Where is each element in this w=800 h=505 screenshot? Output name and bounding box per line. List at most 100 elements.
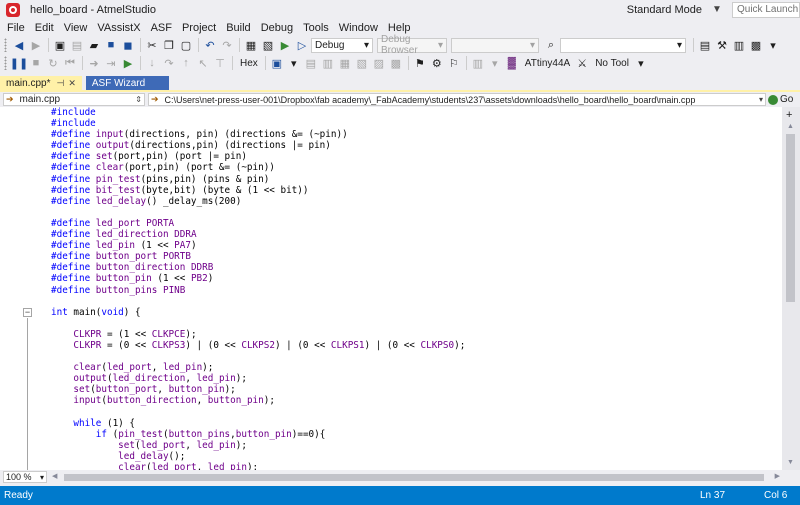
code-line[interactable]: set(button_port, button_pin); (51, 384, 465, 395)
code-content[interactable]: #include #include #define input(directions… (51, 107, 465, 470)
code-line[interactable]: #define led_direction DDRA (51, 229, 465, 240)
paste-icon[interactable]: ▢ (178, 37, 194, 53)
quick-launch-input[interactable]: Quick Launch (C (732, 1, 800, 18)
properties-icon[interactable]: ▥ (731, 37, 747, 53)
copy-icon[interactable]: ❐ (161, 37, 177, 53)
horizontal-scrollbar[interactable]: ◀ ▶ (52, 472, 780, 482)
step-into-icon[interactable]: ↓ (144, 55, 160, 71)
code-line[interactable]: int main(void) { (51, 307, 465, 318)
pin-icon[interactable]: ⊣ (56, 78, 64, 89)
program-device-icon[interactable]: ⚑ (412, 55, 428, 71)
code-line[interactable]: #define led_delay() _delay_ms(200) (51, 196, 465, 207)
code-line[interactable]: #define button_port PORTB (51, 251, 465, 262)
scroll-right-icon[interactable]: ▶ (775, 472, 780, 480)
path-selector[interactable]: ➔ C:\Users\net-press-user-001\Dropbox\fa… (148, 93, 766, 106)
disassembly-icon[interactable]: ▧ (354, 55, 370, 71)
code-line[interactable]: CLKPR = (1 << CLKPCE); (51, 329, 465, 340)
run-to-cursor-icon[interactable]: ⇥ (103, 55, 119, 71)
toolbar-grip[interactable] (4, 56, 7, 70)
menu-project[interactable]: Project (177, 22, 221, 34)
more-icon[interactable]: ▾ (765, 37, 781, 53)
io-view-icon[interactable]: ▩ (388, 55, 404, 71)
scroll-thumb[interactable] (786, 134, 795, 302)
add-item-icon[interactable]: ▤ (69, 37, 85, 53)
code-editor[interactable]: − #include #include #define input(directio… (0, 107, 782, 470)
menu-help[interactable]: Help (383, 22, 416, 34)
back-icon[interactable]: ◀ (11, 37, 27, 53)
code-line[interactable] (51, 207, 465, 218)
scroll-up-icon[interactable]: ▲ (787, 123, 794, 130)
menu-edit[interactable]: Edit (30, 22, 59, 34)
code-line[interactable] (51, 296, 465, 307)
tool-icon[interactable]: ⚔ (574, 55, 590, 71)
step-out-icon[interactable]: ↑ (178, 55, 194, 71)
chip-icon[interactable]: ▓ (504, 55, 520, 71)
code-line[interactable]: input(button_direction, button_pin); (51, 395, 465, 406)
code-line[interactable] (51, 407, 465, 418)
menu-debug[interactable]: Debug (256, 22, 298, 34)
show-next-statement-icon[interactable]: ➜ (86, 55, 102, 71)
menu-file[interactable]: File (2, 22, 30, 34)
cursor-icon[interactable]: ↖ (195, 55, 211, 71)
tool-selector[interactable]: No Tool (595, 58, 629, 69)
code-line[interactable]: #define input(directions, pin) (directio… (51, 129, 465, 140)
registers-icon[interactable]: ▥ (320, 55, 336, 71)
breakpoint-icon[interactable]: ⊤ (212, 55, 228, 71)
forward-icon[interactable]: ▶ (28, 37, 44, 53)
code-line[interactable]: #include (51, 118, 465, 129)
code-line[interactable]: #define output(directions,pin) (directio… (51, 140, 465, 151)
code-line[interactable]: #define set(port,pin) (port |= pin) (51, 151, 465, 162)
code-line[interactable]: clear(led_port, led_pin); (51, 362, 465, 373)
save-all-icon[interactable]: ◼ (120, 37, 136, 53)
continue-icon[interactable]: ▶ (120, 55, 136, 71)
chevron-down-icon[interactable]: ▾ (286, 55, 302, 71)
split-editor-icon[interactable]: + (786, 109, 792, 121)
solution-explorer-icon[interactable]: ▤ (697, 37, 713, 53)
cut-icon[interactable]: ✂ (144, 37, 160, 53)
device-selector[interactable]: ATtiny44A (525, 58, 570, 69)
menu-view[interactable]: View (59, 22, 93, 34)
pause-icon[interactable]: ❚❚ (10, 55, 28, 71)
filter-icon[interactable]: ▼ (712, 4, 722, 15)
code-line[interactable]: while (1) { (51, 418, 465, 429)
menu-window[interactable]: Window (334, 22, 383, 34)
save-icon[interactable]: ■ (103, 37, 119, 53)
scroll-left-icon[interactable]: ◀ (52, 472, 57, 480)
reset-icon[interactable]: ⏮ (62, 55, 78, 71)
watch-icon[interactable]: ▦ (337, 55, 353, 71)
code-line[interactable]: #define bit_test(byte,bit) (byte & (1 <<… (51, 185, 465, 196)
erase-icon[interactable]: ⚐ (446, 55, 462, 71)
redo-icon[interactable]: ↷ (219, 37, 235, 53)
start-debugging-icon[interactable]: ▶ (277, 37, 293, 53)
device-programming-icon[interactable]: ⚙ (429, 55, 445, 71)
windows-icon[interactable]: ▣ (269, 55, 285, 71)
code-line[interactable]: #define pin_test(pins,pin) (pins & pin) (51, 174, 465, 185)
debug-browser-select[interactable]: Debug Browser ▾ (377, 34, 447, 56)
wrench-icon[interactable]: ⚒ (714, 37, 730, 53)
new-project-icon[interactable]: ▣ (52, 37, 68, 53)
toolbox-icon[interactable]: ▩ (748, 37, 764, 53)
empty-select[interactable]: ▾ (451, 37, 539, 53)
code-line[interactable]: #define led_pin (1 << PA7) (51, 240, 465, 251)
go-button[interactable]: Go (768, 93, 793, 106)
menu-tools[interactable]: Tools (298, 22, 334, 34)
toolbar-grip[interactable] (4, 38, 7, 52)
stop-icon[interactable]: ■ (28, 55, 44, 71)
code-line[interactable]: #define button_direction DDRB (51, 262, 465, 273)
step-over-icon[interactable]: ↷ (161, 55, 177, 71)
find-icon[interactable]: ⌕ (543, 37, 559, 53)
code-line[interactable]: #define clear(port,pin) (port &= (~pin)) (51, 162, 465, 173)
code-line[interactable]: #define button_pin (1 << PB2) (51, 273, 465, 284)
processor-icon[interactable]: ▨ (371, 55, 387, 71)
open-file-icon[interactable]: ▰ (86, 37, 102, 53)
data-visualizer-icon[interactable]: ▥ (470, 55, 486, 71)
vertical-scrollbar[interactable]: + ▲ ▼ (782, 107, 800, 470)
restart-icon[interactable]: ↻ (45, 55, 61, 71)
zoom-select[interactable]: 100 % ▾ (3, 471, 47, 483)
code-line[interactable]: clear(led_port, led_pin); (51, 462, 465, 470)
build-solution-icon[interactable]: ▦ (243, 37, 259, 53)
tab-main-cpp[interactable]: main.cpp* ⊣ ✕ (0, 76, 82, 90)
code-line[interactable]: set(led_port, led_pin); (51, 440, 465, 451)
scroll-down-icon[interactable]: ▼ (787, 459, 794, 466)
configuration-select[interactable]: Debug ▾ (311, 37, 373, 53)
